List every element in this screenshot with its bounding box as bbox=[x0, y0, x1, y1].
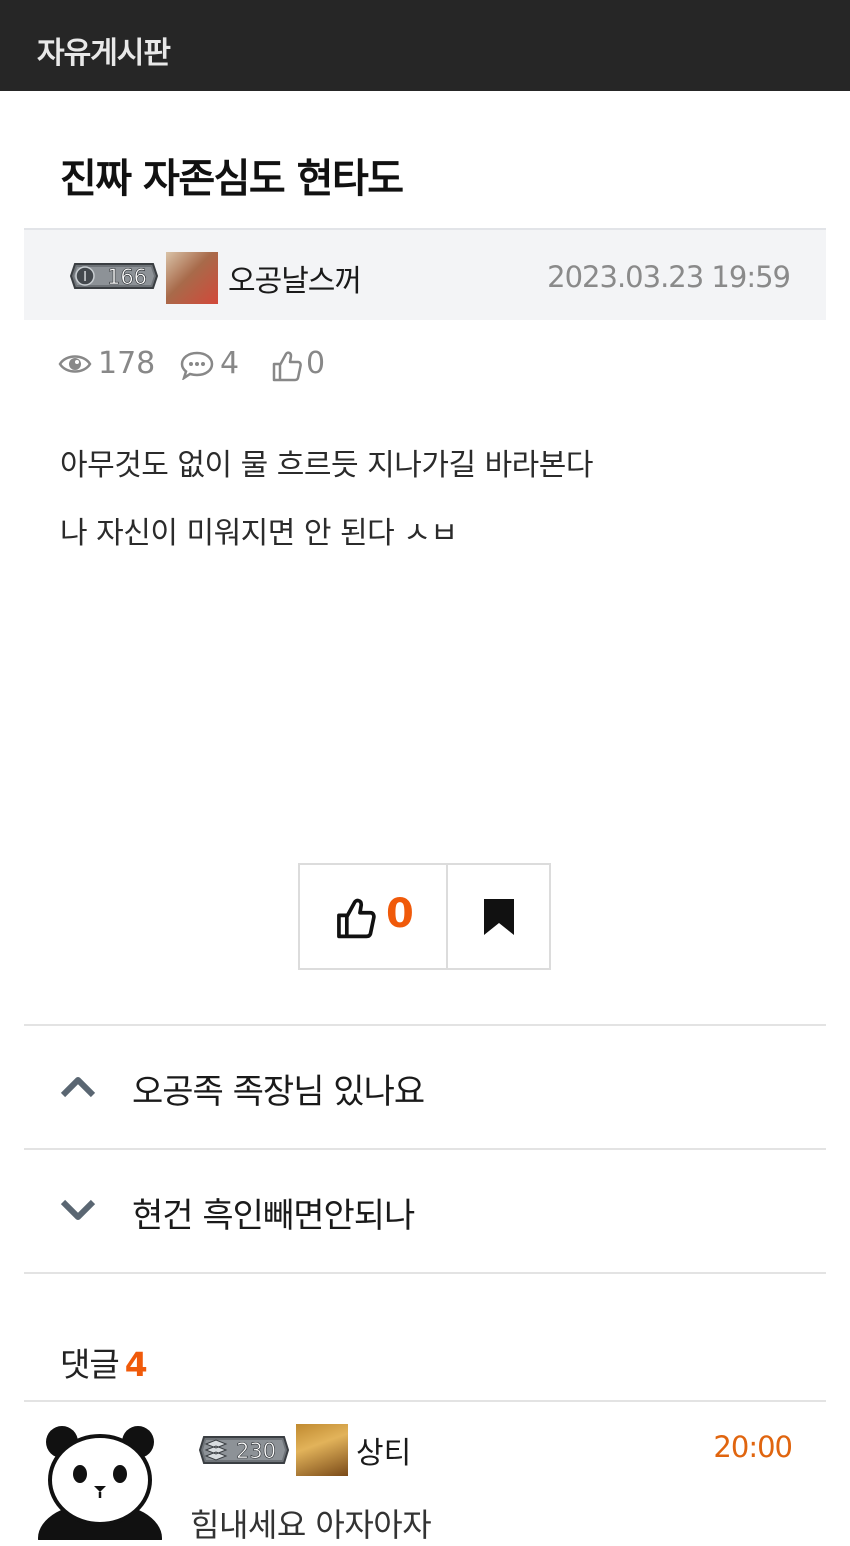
commenter-name[interactable]: 상티 bbox=[356, 1428, 411, 1472]
level-badge: I 166 bbox=[69, 260, 159, 292]
views-count: 178 bbox=[98, 346, 156, 381]
comments-label: 댓글 bbox=[60, 1345, 120, 1384]
post-body-line: 아무것도 없이 물 흐르듯 지나가길 바라본다 bbox=[60, 448, 593, 483]
commenter-avatar[interactable] bbox=[38, 1420, 162, 1546]
chevron-up-icon bbox=[60, 1077, 96, 1098]
divider bbox=[24, 1400, 826, 1402]
post-title: 진짜 자존심도 현타도 bbox=[60, 156, 404, 202]
likes-count: 0 bbox=[306, 346, 326, 381]
comment-time: 20:00 bbox=[713, 1430, 793, 1464]
author-level: 166 bbox=[107, 265, 147, 289]
next-post-title: 현건 흑인빼면안되나 bbox=[132, 1196, 415, 1236]
bookmark-button[interactable] bbox=[448, 865, 549, 968]
commenter-level-badge: 230 bbox=[198, 1432, 290, 1468]
like-count: 0 bbox=[386, 891, 414, 937]
thumbs-up-icon bbox=[337, 898, 376, 939]
top-bar: 자유게시판 bbox=[0, 0, 850, 91]
chevron-down-icon bbox=[60, 1199, 96, 1220]
comments-count: 4 bbox=[220, 346, 240, 381]
previous-post-link[interactable]: 오공족 족장님 있나요 bbox=[24, 1026, 826, 1148]
svg-text:I: I bbox=[83, 270, 87, 285]
post-body-line: 나 자신이 미워지면 안 된다 ㅅㅂ bbox=[60, 516, 458, 551]
board-title[interactable]: 자유게시판 bbox=[37, 28, 171, 72]
author-bar: I 166 오공날스꺼 2023.03.23 19:59 bbox=[24, 228, 826, 320]
eye-icon bbox=[58, 355, 92, 373]
comments-header: 댓글 4 bbox=[60, 1338, 148, 1386]
post-actions: 0 bbox=[298, 863, 551, 970]
speech-bubble-icon bbox=[180, 351, 214, 380]
commenter-level: 230 bbox=[236, 1439, 276, 1463]
next-post-link[interactable]: 현건 흑인빼면안되나 bbox=[24, 1150, 826, 1272]
commenter-character-avatar[interactable] bbox=[296, 1424, 348, 1476]
post-date: 2023.03.23 19:59 bbox=[547, 260, 791, 294]
thumbs-up-icon bbox=[272, 351, 302, 382]
comments-count: 4 bbox=[124, 1345, 148, 1384]
divider bbox=[24, 1272, 826, 1274]
author-name[interactable]: 오공날스꺼 bbox=[228, 256, 362, 300]
bookmark-icon bbox=[484, 899, 514, 935]
comment-text: 힘내세요 아자아자 bbox=[190, 1506, 432, 1544]
like-button[interactable]: 0 bbox=[300, 865, 448, 968]
previous-post-title: 오공족 족장님 있나요 bbox=[132, 1072, 425, 1112]
author-avatar[interactable] bbox=[166, 252, 218, 304]
